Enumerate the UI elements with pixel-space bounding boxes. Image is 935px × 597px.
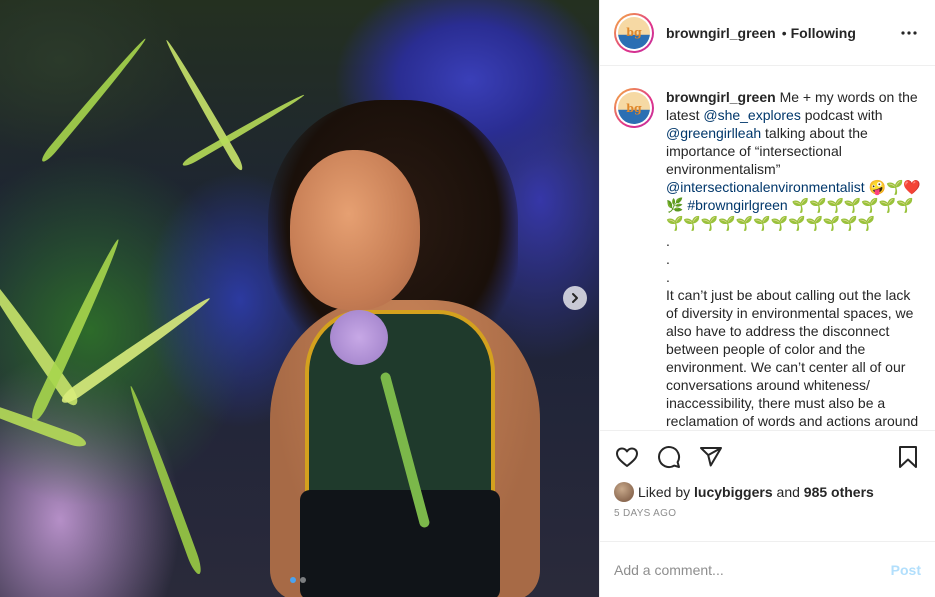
post-photo[interactable] [0, 0, 599, 597]
caption-author-avatar[interactable]: bg [614, 88, 654, 128]
avatar-logo: bg [618, 16, 650, 49]
person-shorts [300, 490, 500, 597]
purple-flower [330, 310, 388, 365]
carousel-next-button[interactable] [563, 286, 587, 310]
caption-intro: browngirl_green Me + my words on the lat… [666, 88, 921, 232]
mention-link[interactable]: @greengirlleah [666, 125, 761, 141]
chevron-right-icon [572, 293, 578, 303]
post-comment-button[interactable]: Post [891, 562, 921, 578]
mention-link[interactable]: @she_explores [703, 107, 801, 123]
send-icon [700, 446, 722, 466]
more-horizontal-icon [901, 30, 917, 35]
instagram-post: bg browngirl_green • Following bg browng… [0, 0, 935, 597]
likes-summary: Liked by lucybiggers and 985 others [600, 482, 935, 502]
likes-others-link[interactable]: 985 others [804, 484, 874, 500]
comment-form: Post [600, 541, 935, 597]
carousel-indicator [290, 577, 306, 583]
caption-dot-line: . [666, 269, 670, 285]
caption-dot-line: . [666, 251, 670, 267]
liker-avatar[interactable] [614, 482, 634, 502]
comment-icon [658, 445, 681, 468]
comment-input[interactable] [614, 561, 891, 578]
post-timestamp[interactable]: 5 days ago [600, 502, 935, 530]
mention-link[interactable]: @intersectionalenvironmentalist [666, 179, 865, 195]
caption-segment: podcast with [800, 107, 883, 123]
hashtag-link[interactable]: #browngirlgreen [687, 197, 787, 213]
carousel-dot [300, 577, 306, 583]
avatar-ring: bg [616, 14, 652, 51]
person-face [290, 150, 420, 310]
post-details-panel: bg browngirl_green • Following bg browng… [599, 0, 935, 597]
post-header: bg browngirl_green • Following [600, 0, 935, 66]
caption-area[interactable]: bg browngirl_green Me + my words on the … [600, 66, 935, 430]
author-avatar[interactable]: bg [614, 12, 654, 53]
post-actions-bar [600, 430, 935, 482]
likes-prefix: Liked by [638, 484, 691, 500]
caption-body: It can’t just be about calling out the l… [666, 287, 919, 429]
liker-username[interactable]: lucybiggers [694, 484, 773, 500]
carousel-dot-active [290, 577, 296, 583]
bookmark-icon [899, 445, 917, 468]
author-username[interactable]: browngirl_green [666, 25, 776, 41]
caption-dot-line: . [666, 233, 670, 249]
share-button[interactable] [698, 444, 724, 470]
more-options-button[interactable] [897, 21, 921, 45]
caption-text: browngirl_green Me + my words on the lat… [666, 88, 921, 430]
follow-status-button[interactable]: Following [791, 25, 856, 41]
avatar-logo: bg [618, 92, 650, 124]
likes-middle: and [776, 484, 800, 500]
like-button[interactable] [614, 444, 640, 470]
save-button[interactable] [895, 444, 921, 470]
heart-icon [616, 447, 638, 467]
avatar-ring: bg [616, 90, 652, 126]
caption-username[interactable]: browngirl_green [666, 89, 776, 105]
comment-button[interactable] [656, 444, 682, 470]
header-separator: • [781, 24, 787, 41]
